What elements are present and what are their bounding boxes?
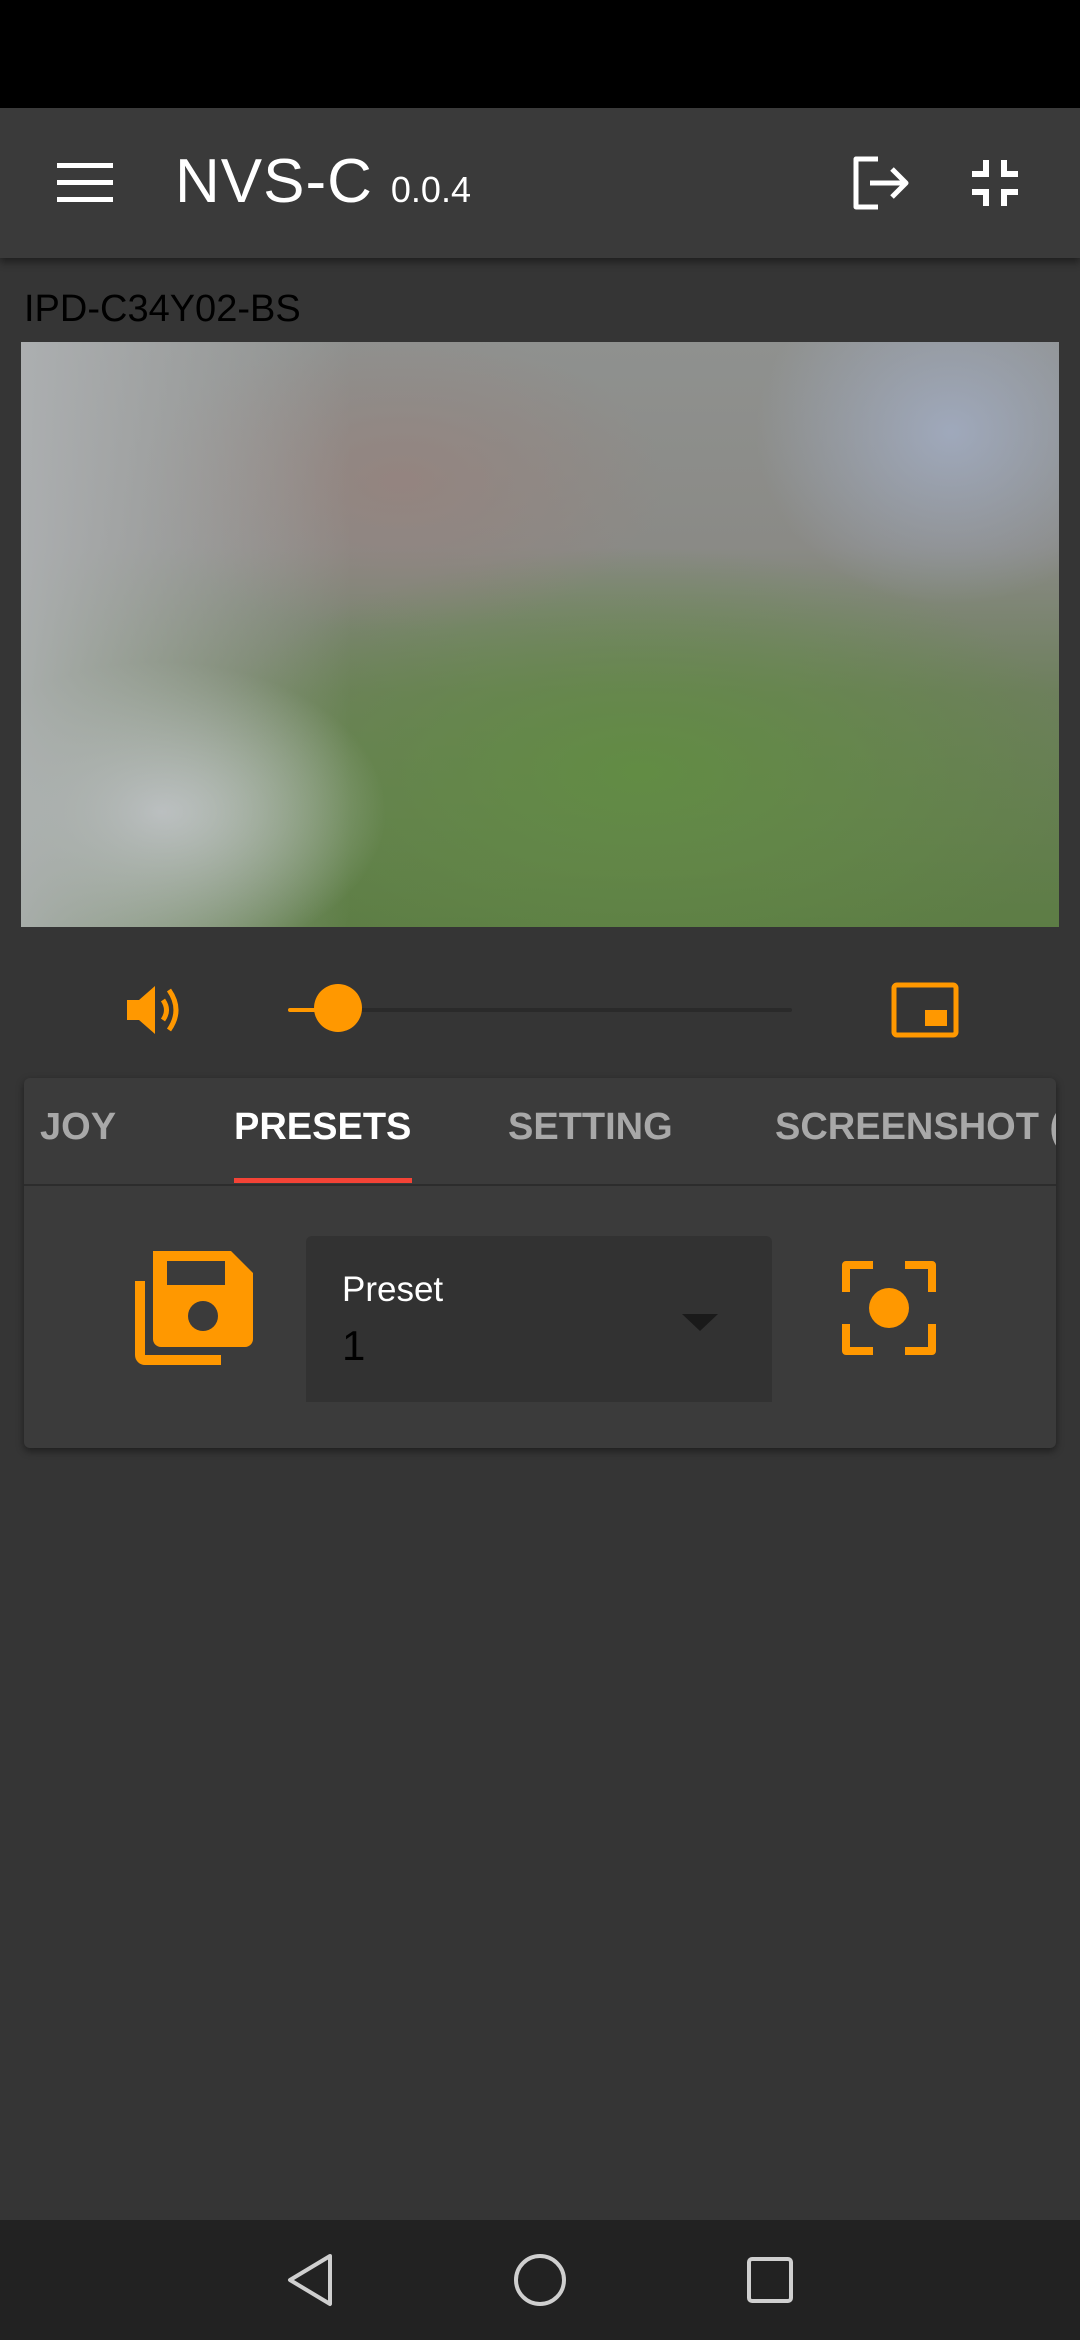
app-title-group: NVS-C 0.0.4 xyxy=(175,146,471,226)
menu-icon xyxy=(57,163,113,202)
center-focus-icon xyxy=(842,1261,936,1355)
save-icon xyxy=(135,1251,253,1365)
tab-presets[interactable]: PRESETS xyxy=(234,1106,411,1149)
home-icon xyxy=(514,2254,566,2306)
preset-select-label: Preset xyxy=(342,1270,444,1309)
system-nav-bar xyxy=(0,2220,1080,2340)
preset-select[interactable]: Preset 1 xyxy=(306,1236,772,1402)
volume-button[interactable] xyxy=(115,970,195,1050)
volume-slider-thumb[interactable] xyxy=(314,984,363,1032)
status-bar xyxy=(0,0,1080,108)
picture-in-picture-icon xyxy=(891,982,959,1038)
tab-active-indicator xyxy=(234,1178,412,1183)
logout-icon xyxy=(853,156,909,210)
fullscreen-exit-button[interactable] xyxy=(950,143,1040,223)
pip-button[interactable] xyxy=(880,970,970,1050)
tab-screenshot[interactable]: SCREENSHOT ( xyxy=(775,1106,1056,1149)
volume-slider[interactable] xyxy=(288,984,792,1032)
recents-icon xyxy=(747,2257,793,2303)
app-title: NVS-C xyxy=(175,147,373,216)
back-icon xyxy=(288,2254,332,2306)
dropdown-arrow-icon xyxy=(682,1314,718,1331)
tab-setting[interactable]: SETTING xyxy=(508,1106,673,1149)
preset-select-value: 1 xyxy=(342,1322,366,1369)
tab-bar: JOY PRESETS SETTING SCREENSHOT ( xyxy=(24,1078,1056,1186)
fullscreen-exit-icon xyxy=(972,160,1018,206)
tab-joy[interactable]: JOY xyxy=(40,1106,116,1149)
nav-home-button[interactable] xyxy=(490,2235,590,2325)
control-card: JOY PRESETS SETTING SCREENSHOT ( Preset … xyxy=(24,1078,1056,1448)
logout-button[interactable] xyxy=(835,143,925,223)
save-preset-button[interactable] xyxy=(124,1238,264,1378)
app-version: 0.0.4 xyxy=(390,169,471,210)
goto-preset-button[interactable] xyxy=(834,1253,944,1363)
camera-name: IPD-C34Y02-BS xyxy=(24,288,301,330)
app-bar: NVS-C 0.0.4 xyxy=(0,108,1080,258)
video-stream[interactable] xyxy=(21,342,1059,927)
volume-icon xyxy=(127,986,179,1034)
menu-button[interactable] xyxy=(40,143,130,223)
nav-recents-button[interactable] xyxy=(720,2235,820,2325)
nav-back-button[interactable] xyxy=(260,2235,360,2325)
playback-controls xyxy=(0,960,1080,1060)
video-frame-detail xyxy=(21,342,351,927)
